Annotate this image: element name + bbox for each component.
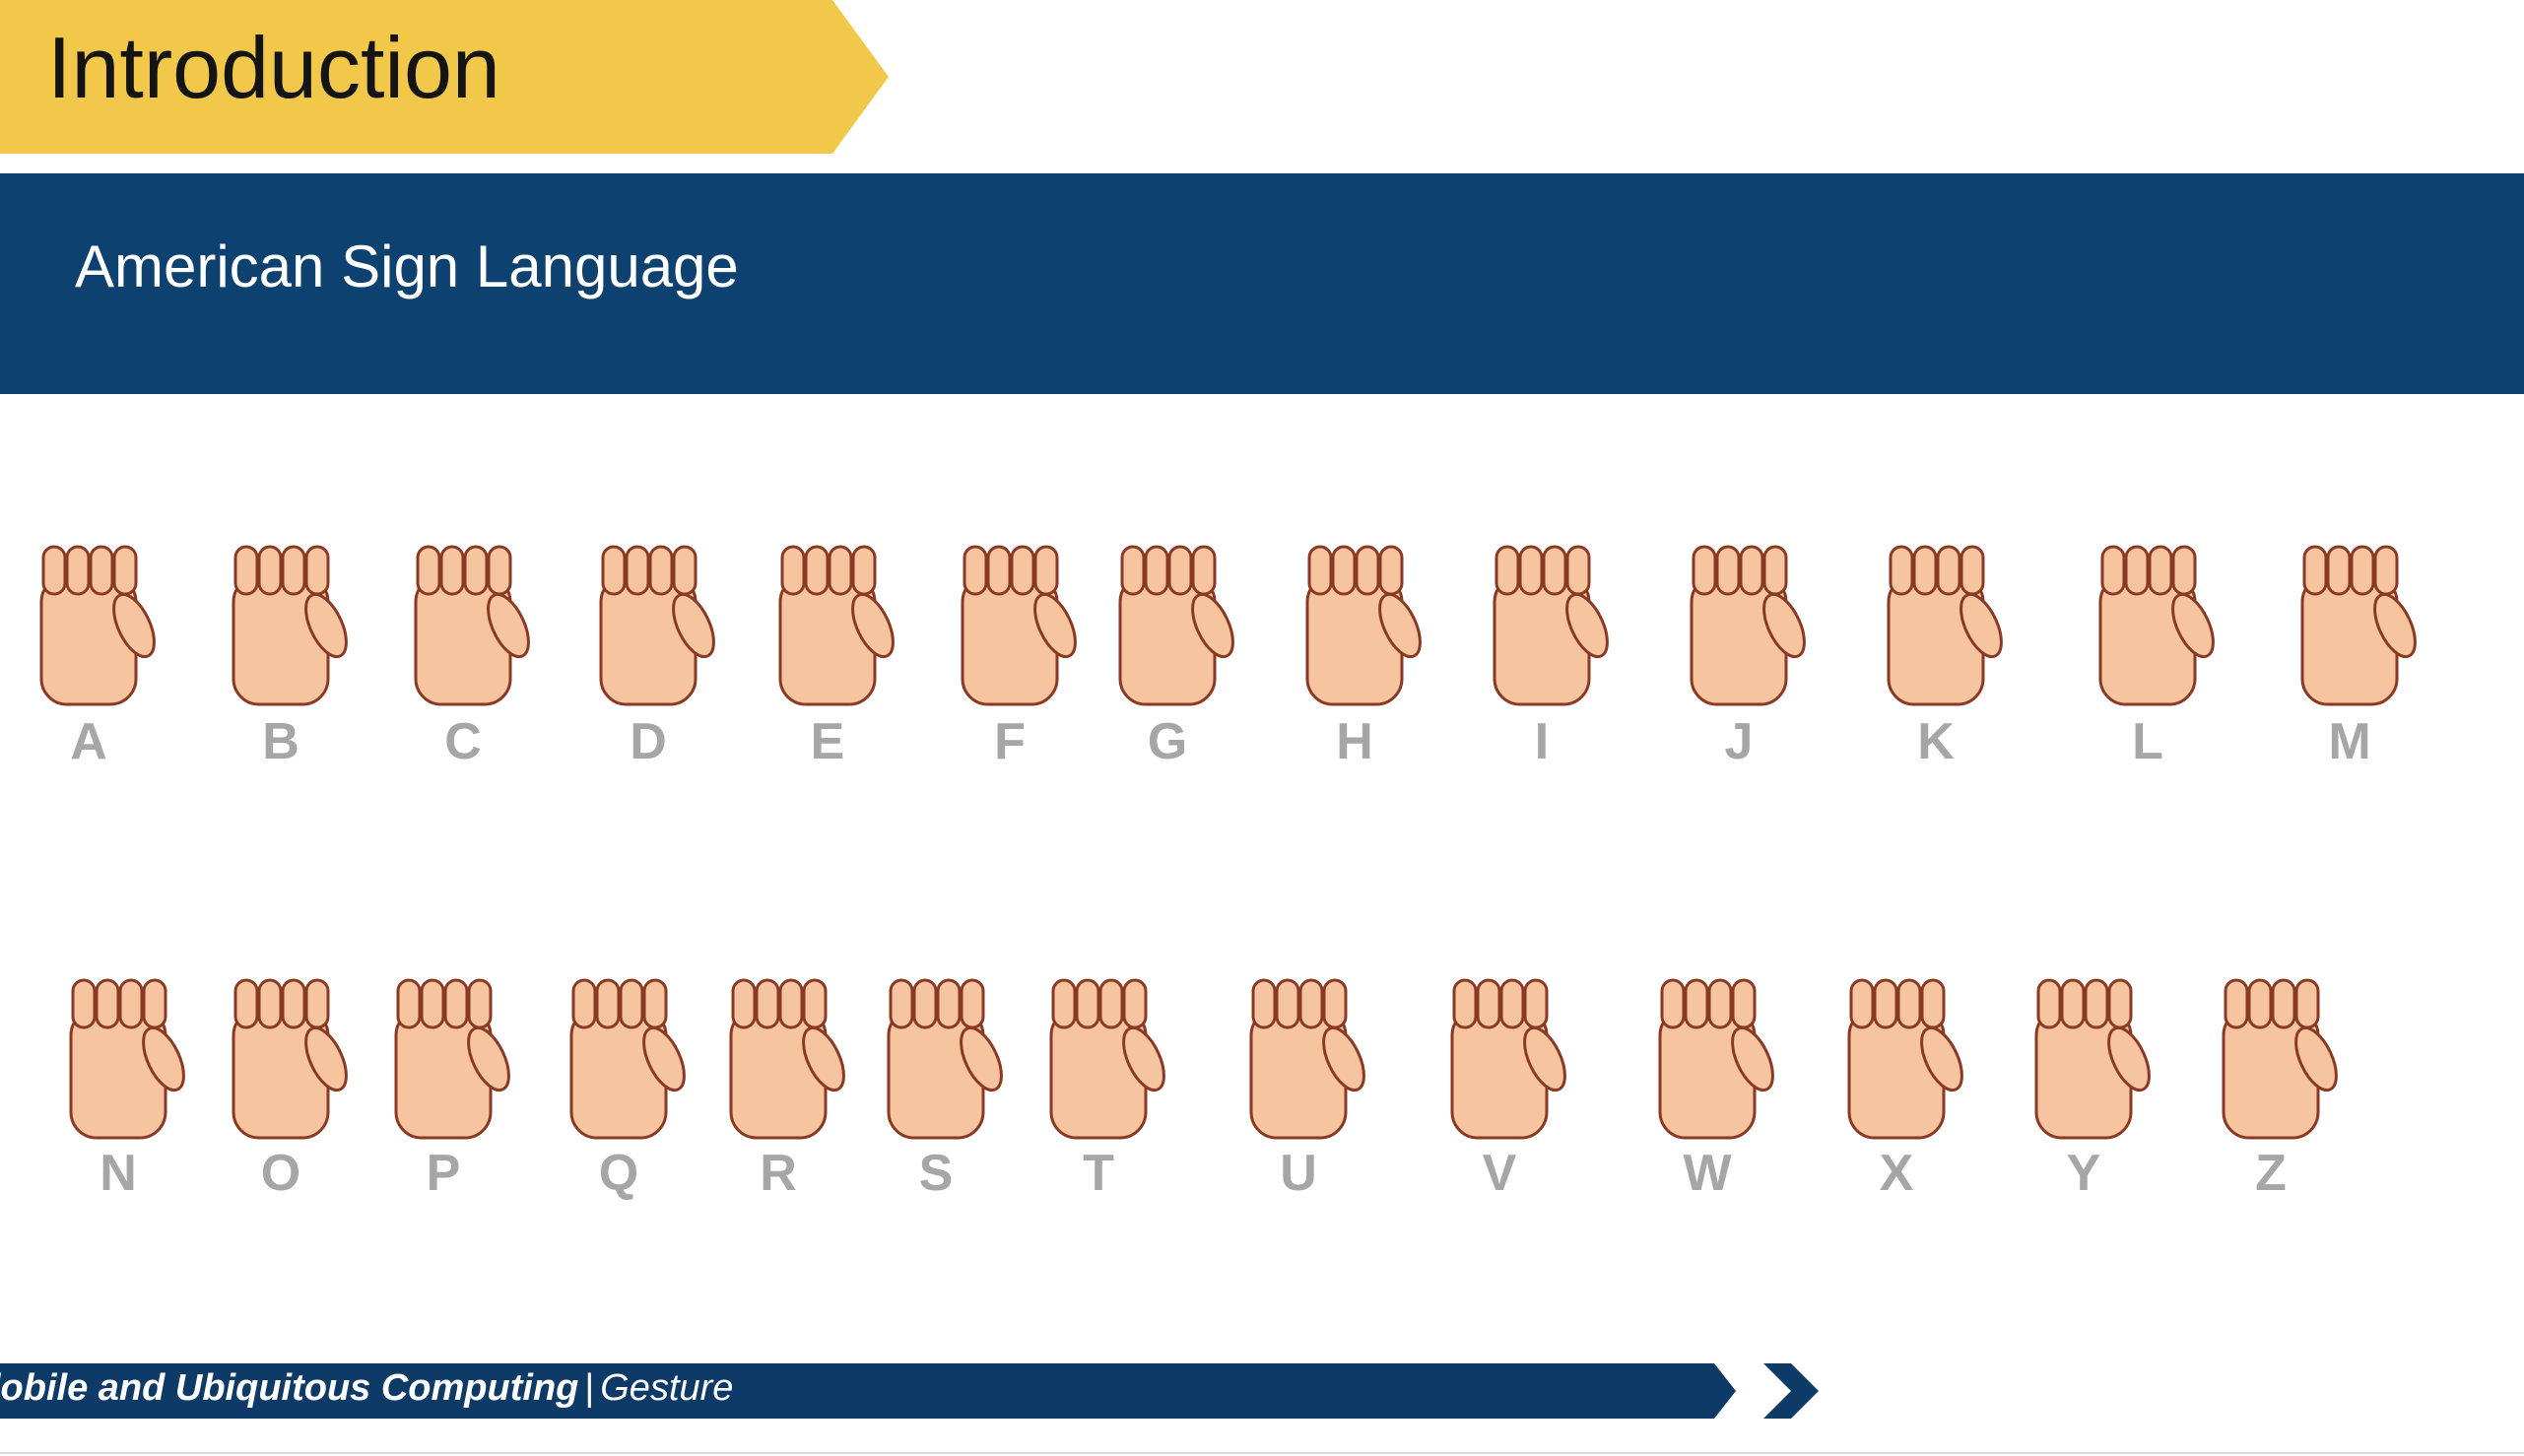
footer-topic: Gesture [600,1367,734,1409]
hand-sign-k-icon [1887,545,2003,706]
letter-label-q: Q [599,1145,638,1202]
letter-label-u: U [1280,1145,1317,1202]
bottom-divider [0,1452,2524,1454]
letter-label-d: D [630,713,667,770]
letter-label-a: A [70,713,107,770]
footer-chevron-icon [1763,1363,1819,1419]
letter-label-i: I [1535,713,1549,770]
hand-sign-x-icon [1847,978,1963,1140]
letter-label-g: G [1148,713,1187,770]
hand-sign-u-icon [1249,978,1365,1140]
letter-label-s: S [919,1145,954,1202]
letter-label-k: K [1917,713,1955,770]
letter-label-l: L [2132,713,2163,770]
letter-label-f: F [994,713,1026,770]
hand-sign-m-icon [2300,545,2417,706]
hand-sign-h-icon [1305,545,1422,706]
slide-title: Introduction [47,19,500,116]
asl-alphabet-chart: A B C D E F G H I J K L M N O P Q R S T U V W X Y Z [39,545,2417,1202]
hand-sign-r-icon [729,978,845,1140]
letter-label-p: P [427,1145,461,1202]
hand-sign-t-icon [1049,978,1165,1140]
letter-label-n: N [100,1145,137,1202]
hand-sign-e-icon [778,545,895,706]
footer-separator: | [584,1367,595,1409]
footer-caption: lobile and Ubiquitous Computing | Gesture [0,1367,733,1410]
hand-sign-i-icon [1493,545,1609,706]
hand-sign-o-icon [232,978,348,1140]
letter-label-j: J [1725,713,1754,770]
hand-sign-j-icon [1690,545,1806,706]
letter-label-t: T [1083,1145,1114,1202]
letter-label-v: V [1483,1145,1517,1202]
hand-sign-l-icon [2098,545,2215,706]
footer-course-name: lobile and Ubiquitous Computing [0,1367,579,1409]
hand-sign-y-icon [2034,978,2151,1140]
hand-sign-a-icon [39,545,156,706]
hand-sign-q-icon [569,978,686,1140]
subtitle-banner: American Sign Language [0,173,2524,394]
hand-sign-n-icon [69,978,185,1140]
letter-label-m: M [2328,713,2370,770]
letter-label-x: X [1880,1145,1914,1202]
letter-label-w: W [1683,1145,1732,1202]
hand-sign-s-icon [887,978,1003,1140]
letter-label-e: E [811,713,845,770]
hand-sign-v-icon [1450,978,1566,1140]
letter-label-r: R [760,1145,797,1202]
letter-label-b: B [262,713,299,770]
hand-sign-c-icon [414,545,530,706]
hand-sign-z-icon [2222,978,2338,1140]
slide-subtitle: American Sign Language [75,233,739,299]
hand-sign-p-icon [394,978,510,1140]
hand-sign-f-icon [961,545,1077,706]
hand-sign-w-icon [1658,978,1774,1140]
letter-label-y: Y [2067,1145,2101,1202]
letter-label-h: H [1336,713,1373,770]
letter-label-z: Z [2255,1145,2287,1202]
hand-sign-g-icon [1118,545,1234,706]
hand-sign-b-icon [232,545,348,706]
hand-sign-d-icon [599,545,715,706]
letter-label-o: O [261,1145,300,1202]
letter-label-c: C [444,713,482,770]
